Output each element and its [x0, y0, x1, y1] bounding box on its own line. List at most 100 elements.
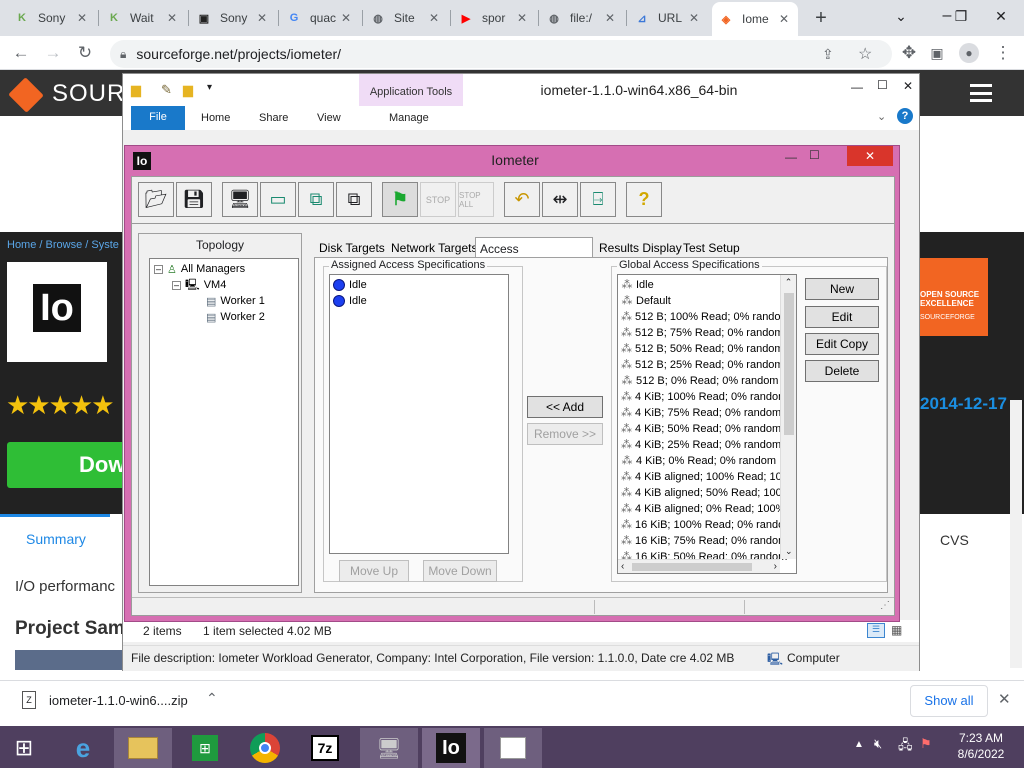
- download-options-icon[interactable]: ⌃: [206, 690, 218, 707]
- explorer-maximize-icon[interactable]: ☐: [877, 78, 888, 92]
- global-vscrollbar[interactable]: ⌃ ⌄: [780, 275, 796, 559]
- ribbon-share-tab[interactable]: Share: [259, 112, 288, 124]
- reset-workers-icon[interactable]: ↶: [504, 182, 540, 217]
- explorer-minimize-icon[interactable]: —: [851, 80, 863, 94]
- start-manager-icon[interactable]: 🖥︎: [222, 182, 258, 217]
- tab-close-icon[interactable]: ✕: [776, 12, 792, 26]
- topology-tree[interactable]: – ♙ All Managers – 🖳 VM4 ▤ Worker 1 ▤ Worker 2: [149, 258, 299, 586]
- browser-tab[interactable]: ◍ file:/ ✕: [540, 4, 624, 32]
- side-panel-icon[interactable]: ▣: [924, 41, 950, 65]
- global-item[interactable]: ⁂ 16 KiB; 100% Read; 0% rando: [618, 517, 784, 533]
- system-clock[interactable]: 7:23 AM 8/6/2022: [946, 730, 1016, 762]
- browser-tab[interactable]: ▶ spor ✕: [452, 4, 536, 32]
- global-item[interactable]: ⁂ 4 KiB aligned; 50% Read; 100: [618, 485, 782, 501]
- help-about-icon[interactable]: ?: [626, 182, 662, 217]
- tab-access-specifications[interactable]: Access Specifications: [475, 237, 593, 270]
- global-hscrollbar[interactable]: ‹ ›: [618, 559, 780, 573]
- stop-icon[interactable]: STOP: [420, 182, 456, 217]
- download-filename[interactable]: iometer-1.1.0-win6....zip: [49, 693, 188, 708]
- tab-results-display[interactable]: Results Display: [596, 241, 685, 255]
- reload-icon[interactable]: ↻: [72, 41, 98, 65]
- open-config-icon[interactable]: 📂︎: [138, 182, 174, 217]
- project-sample-thumbnail[interactable]: [15, 650, 125, 670]
- global-item[interactable]: ⁂ Default: [618, 293, 780, 309]
- menu-dots-icon[interactable]: ⋮: [990, 41, 1016, 65]
- assigned-list[interactable]: Idle Idle: [329, 274, 509, 554]
- move-down-button[interactable]: Move Down: [423, 560, 497, 582]
- breadcrumb[interactable]: Home / Browse / Syste: [7, 239, 119, 251]
- browser-tab[interactable]: ◈ Iome ✕: [712, 2, 798, 36]
- tree-node-vm4[interactable]: – 🖳 VM4: [172, 277, 226, 293]
- global-item[interactable]: ⁂ 512 B; 25% Read; 0% random: [618, 357, 784, 373]
- 7zip-icon[interactable]: 7z: [296, 728, 354, 768]
- browser-tab[interactable]: K Sony ✕: [8, 4, 96, 32]
- global-item[interactable]: ⁂ 16 KiB; 75% Read; 0% random: [618, 533, 787, 549]
- volume-muted-icon[interactable]: 🔇︎: [874, 736, 882, 752]
- explorer-close-icon[interactable]: ✕: [903, 79, 913, 93]
- document-viewer-icon[interactable]: [484, 728, 542, 768]
- show-hidden-icons-icon[interactable]: ▲: [854, 739, 864, 750]
- network-icon[interactable]: 🖧︎: [898, 736, 913, 758]
- back-icon[interactable]: ←: [8, 41, 34, 65]
- global-item[interactable]: ⁂ 512 B; 75% Read; 0% random: [618, 325, 784, 341]
- sourceforge-logo-icon[interactable]: [8, 77, 44, 113]
- bookmark-star-icon[interactable]: ☆: [858, 44, 872, 64]
- global-item[interactable]: ⁂ 512 B; 50% Read; 0% random: [618, 341, 784, 357]
- restore-icon[interactable]: ❐: [946, 0, 976, 32]
- browser-tab[interactable]: K Wait ✕: [100, 4, 186, 32]
- profile-avatar-icon[interactable]: ●: [956, 41, 982, 65]
- resize-grip-icon[interactable]: ⋰: [880, 600, 890, 611]
- global-item[interactable]: ⁂ 4 KiB; 25% Read; 0% random: [618, 437, 781, 453]
- add-button[interactable]: << Add: [527, 396, 603, 418]
- properties-icon[interactable]: ✎: [161, 82, 172, 98]
- store-icon[interactable]: ⊞: [176, 728, 234, 768]
- close-icon[interactable]: ✕: [978, 0, 1024, 32]
- tab-close-icon[interactable]: ✕: [164, 11, 180, 25]
- move-up-button[interactable]: Move Up: [339, 560, 409, 582]
- global-item[interactable]: ⁂ 4 KiB; 0% Read; 0% random: [618, 453, 780, 469]
- disconnect-icon[interactable]: ⇹: [542, 182, 578, 217]
- start-worker-icon[interactable]: ▭: [260, 182, 296, 217]
- browser-tab[interactable]: ◍ Site ✕: [364, 4, 448, 32]
- iometer-close-button[interactable]: ✕: [847, 146, 893, 166]
- tab-network-targets[interactable]: Network Targets: [388, 241, 480, 255]
- remove-button[interactable]: Remove >>: [527, 423, 603, 445]
- chrome-icon[interactable]: [236, 728, 294, 768]
- global-list[interactable]: ⁂ Idle ⁂ Default ⁂ 512 B; 100% Read; 0% rando…: [617, 274, 797, 574]
- tab-close-icon[interactable]: ✕: [602, 11, 618, 25]
- details-view-icon[interactable]: ☰: [867, 623, 885, 638]
- tab-close-icon[interactable]: ✕: [254, 11, 270, 25]
- share-icon[interactable]: ⇪: [822, 46, 834, 63]
- global-item[interactable]: ⁂ Idle: [618, 277, 780, 293]
- action-center-icon[interactable]: ⚑: [920, 736, 932, 752]
- browser-tab[interactable]: ▣ Sony ✕: [190, 4, 276, 32]
- large-icons-view-icon[interactable]: ▦: [891, 623, 902, 637]
- iometer-minimize-icon[interactable]: —: [785, 150, 797, 164]
- start-network-worker-icon[interactable]: ⧉: [298, 182, 334, 217]
- tab-search-icon[interactable]: ⌄: [878, 0, 924, 32]
- iometer-maximize-icon[interactable]: ☐: [809, 148, 820, 162]
- tab-close-icon[interactable]: ✕: [514, 11, 530, 25]
- tab-close-icon[interactable]: ✕: [686, 11, 702, 25]
- assigned-item[interactable]: Idle: [330, 293, 367, 309]
- global-item[interactable]: ⁂ 512 B; 0% Read; 0% random: [618, 373, 780, 389]
- duplicate-worker-icon[interactable]: ⧉: [336, 182, 372, 217]
- download-button[interactable]: Dow: [7, 442, 127, 488]
- ribbon-file-tab[interactable]: File: [131, 106, 185, 130]
- customize-qat-icon[interactable]: ▾: [207, 82, 212, 93]
- exit-icon[interactable]: ⍈: [580, 182, 616, 217]
- system-monitor-icon[interactable]: 🖥︎: [360, 728, 418, 768]
- windows-start-icon[interactable]: ⊞: [0, 728, 48, 768]
- new-folder-icon[interactable]: ▆: [183, 82, 193, 98]
- iometer-taskbar-icon[interactable]: Io: [422, 728, 480, 768]
- browser-tab[interactable]: ⊿ URL ✕: [628, 4, 708, 32]
- ribbon-home-tab[interactable]: Home: [201, 112, 230, 124]
- global-item[interactable]: ⁂ 512 B; 100% Read; 0% randor: [618, 309, 784, 325]
- tree-node-worker-2[interactable]: ▤ Worker 2: [206, 309, 265, 325]
- ribbon-view-tab[interactable]: View: [317, 112, 341, 124]
- global-item[interactable]: ⁂ 4 KiB; 50% Read; 0% random: [618, 421, 781, 437]
- stop-all-icon[interactable]: STOP ALL: [458, 182, 494, 217]
- global-item[interactable]: ⁂ 4 KiB aligned; 100% Read; 10: [618, 469, 782, 485]
- global-item[interactable]: ⁂ 4 KiB aligned; 0% Read; 100%: [618, 501, 785, 517]
- browser-tab[interactable]: Gquac ✕: [280, 4, 360, 32]
